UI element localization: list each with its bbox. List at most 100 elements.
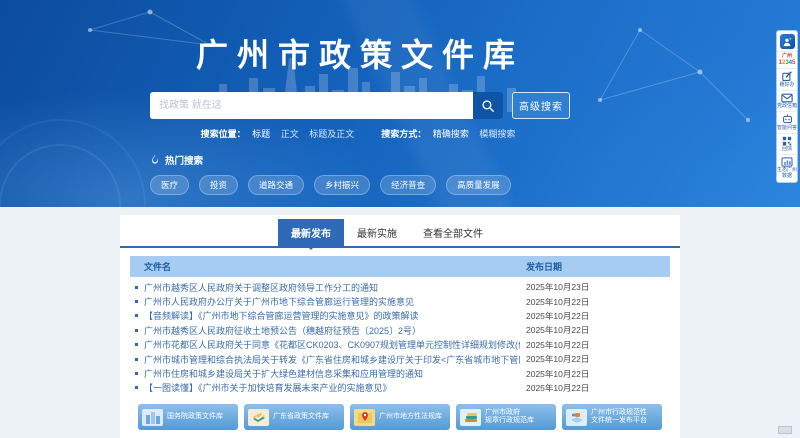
toolbar-item-label: 党政信箱 — [777, 103, 797, 109]
related-links-banners: 国务院政策文件库 广东省政策文件库 广州市地方性法规库 广州市政府 规章行政规范… — [138, 404, 662, 430]
flame-icon — [150, 154, 160, 166]
qr-code-icon — [782, 136, 792, 146]
document-title-link[interactable]: 【一图读懂】《广州市关于加快培育发展未来产业的实施意见》 — [144, 381, 520, 394]
map-pin-icon — [354, 409, 375, 426]
ai-assistant-button[interactable] — [777, 34, 797, 52]
banner-label-line2: 文件统一发布平台 — [591, 417, 647, 424]
tab-latest-implemented[interactable]: 最新实施 — [344, 219, 410, 246]
hero-banner: 广州市政策文件库 — [0, 0, 800, 207]
toolbar-item-label: 智能问答 — [777, 125, 797, 131]
filter-option-title[interactable]: 标题 — [252, 129, 270, 139]
table-row[interactable]: 广州市人民政府办公厅关于广州市地下综合管廊运行管理的实施意见 2025年10月2… — [130, 294, 670, 308]
hot-tag-high-quality-dev[interactable]: 高质量发展 — [446, 175, 511, 195]
toolbar-item-label: 回馈 — [782, 146, 792, 152]
suihaoban-app-button[interactable]: 穗好办 — [777, 71, 797, 91]
hot-tag-medical[interactable]: 医疗 — [150, 175, 189, 195]
search-icon — [481, 99, 495, 113]
document-date: 2025年10月22日 — [520, 353, 670, 365]
toolbar-item-label: 穗好办 — [779, 82, 794, 88]
document-title-link[interactable]: 广州市花都区人民政府关于同意《花都区CK0203、CK0907规划管理单元控制性… — [144, 338, 520, 351]
bullet-icon — [135, 286, 138, 289]
bullet-icon — [135, 329, 138, 332]
document-list-card: 最新发布 最新实施 查看全部文件 文件名 发布日期 广州市越秀区人民政府关于调整… — [120, 215, 680, 438]
table-row[interactable]: 广州市越秀区人民政府关于调整区政府领导工作分工的通知 2025年10月23日 — [130, 280, 670, 294]
platform-icon — [566, 409, 587, 426]
document-title-link[interactable]: 广州市越秀区人民政府关于调整区政府领导工作分工的通知 — [144, 281, 520, 294]
banner-label: 国务院政策文件库 — [167, 413, 223, 420]
bullet-icon — [135, 372, 138, 375]
advanced-search-button[interactable]: 高级搜索 — [512, 92, 570, 119]
filter-option-title-and-body[interactable]: 标题及正文 — [309, 129, 354, 139]
hot-search-tags: 医疗 投资 道路交通 乡村振兴 经济普查 高质量发展 — [150, 175, 570, 195]
toolbar-item-label2: 数据 — [782, 173, 792, 179]
document-title-link[interactable]: 广州市城市管理和综合执法局关于转发《广东省住房和城乡建设厅关于印发<广东省城市地… — [144, 353, 520, 366]
document-date: 2025年10月22日 — [520, 368, 670, 380]
document-date: 2025年10月22日 — [520, 324, 670, 336]
document-date: 2025年10月22日 — [520, 296, 670, 308]
column-header-filename: 文件名 — [130, 260, 520, 273]
document-list: 广州市越秀区人民政府关于调整区政府领导工作分工的通知 2025年10月23日 广… — [130, 280, 670, 395]
banner-label-line2: 规章行政规范库 — [485, 417, 534, 424]
table-row[interactable]: 广州市城市管理和综合执法局关于转发《广东省住房和城乡建设厅关于印发<广东省城市地… — [130, 352, 670, 366]
mailbox-button[interactable]: 党政信箱 — [777, 93, 797, 112]
table-row[interactable]: 【音频解读】《广州市地下综合管廊运营管理的实施意见》的政策解读 2025年10月… — [130, 309, 670, 323]
search-input[interactable] — [150, 92, 473, 119]
filter-option-fuzzy[interactable]: 模糊搜索 — [479, 129, 515, 139]
hot-search-section: 热门搜索 医疗 投资 道路交通 乡村振兴 经济普查 高质量发展 — [150, 153, 570, 195]
eco-guangzhou-data-button[interactable]: 生态广州 数据 — [777, 157, 797, 180]
banner-label: 广州市地方性法规库 — [379, 413, 442, 420]
robot-icon — [782, 114, 793, 125]
ai-assistant-icon — [780, 34, 795, 49]
document-date: 2025年10月22日 — [520, 382, 670, 394]
hot-search-label: 热门搜索 — [165, 153, 203, 167]
bullet-icon — [135, 300, 138, 303]
document-title-link[interactable]: 【音频解读】《广州市地下综合管廊运营管理的实施意见》的政策解读 — [144, 309, 520, 322]
hotline-12345-button[interactable]: 广州 12345 — [777, 54, 797, 69]
search-location-label: 搜索位置： — [201, 129, 246, 139]
document-title-link[interactable]: 广州市人民政府办公厅关于广州市地下综合管廊运行管理的实施意见 — [144, 295, 520, 308]
filter-option-body[interactable]: 正文 — [281, 129, 299, 139]
smart-qa-button[interactable]: 智能问答 — [777, 114, 797, 134]
banner-state-council-library[interactable]: 国务院政策文件库 — [138, 404, 238, 430]
bullet-icon — [135, 358, 138, 361]
tab-latest-published[interactable]: 最新发布 — [278, 219, 344, 246]
hot-tag-economic-census[interactable]: 经济普查 — [380, 175, 436, 195]
banner-local-regulations-library[interactable]: 广州市地方性法规库 — [350, 404, 450, 430]
bullet-icon — [135, 386, 138, 389]
table-row[interactable]: 【一图读懂】《广州市关于加快培育发展未来产业的实施意见》 2025年10月22日 — [130, 381, 670, 395]
document-date: 2025年10月22日 — [520, 310, 670, 322]
banner-gov-rules-library[interactable]: 广州市政府 规章行政规范库 — [456, 404, 556, 430]
filter-option-exact[interactable]: 精确搜索 — [433, 129, 469, 139]
table-header: 文件名 发布日期 — [130, 256, 670, 277]
document-date: 2025年10月23日 — [520, 281, 670, 293]
bar-chart-icon — [781, 157, 793, 167]
banner-label-line1: 广州市行政规范性 — [591, 409, 647, 416]
document-title-link[interactable]: 广州市住房和城乡建设局关于扩大绿色建材信息采集和应用管理的通知 — [144, 367, 520, 380]
building-icon — [142, 409, 163, 426]
banner-unified-publish-platform[interactable]: 广州市行政规范性 文件统一发布平台 — [562, 404, 662, 430]
qr-matrix-button[interactable]: 回馈 — [777, 136, 797, 155]
banner-label-line1: 广州市政府 — [485, 409, 520, 416]
banner-guangdong-library[interactable]: 广东省政策文件库 — [244, 404, 344, 430]
pencil-edit-icon — [782, 71, 793, 82]
book-stack-icon — [460, 409, 481, 426]
table-row[interactable]: 广州市住房和城乡建设局关于扩大绿色建材信息采集和应用管理的通知 2025年10月… — [130, 366, 670, 380]
bullet-icon — [135, 343, 138, 346]
column-header-date: 发布日期 — [520, 260, 670, 273]
scroll-corner-widget — [778, 426, 792, 434]
search-mode-label: 搜索方式： — [381, 129, 426, 139]
tab-view-all-documents[interactable]: 查看全部文件 — [410, 219, 496, 246]
table-row[interactable]: 广州市花都区人民政府关于同意《花都区CK0203、CK0907规划管理单元控制性… — [130, 338, 670, 352]
tab-bar: 最新发布 最新实施 查看全部文件 — [120, 219, 680, 248]
hot-tag-rural-revitalization[interactable]: 乡村振兴 — [314, 175, 370, 195]
envelope-icon — [781, 93, 793, 103]
hotline-number-label: 12345 — [779, 60, 796, 67]
search-button[interactable] — [473, 92, 503, 119]
bullet-icon — [135, 314, 138, 317]
hot-tag-investment[interactable]: 投资 — [199, 175, 238, 195]
hot-tag-road-traffic[interactable]: 道路交通 — [248, 175, 304, 195]
search-filters: 搜索位置： 标题 正文 标题及正文 搜索方式： 精确搜索 模糊搜索 — [150, 127, 570, 140]
document-title-link[interactable]: 广州市越秀区人民政府征收土地预公告（穗越府征预告〔2025〕2号） — [144, 324, 520, 337]
books-icon — [248, 409, 269, 426]
table-row[interactable]: 广州市越秀区人民政府征收土地预公告（穗越府征预告〔2025〕2号） 2025年1… — [130, 323, 670, 337]
